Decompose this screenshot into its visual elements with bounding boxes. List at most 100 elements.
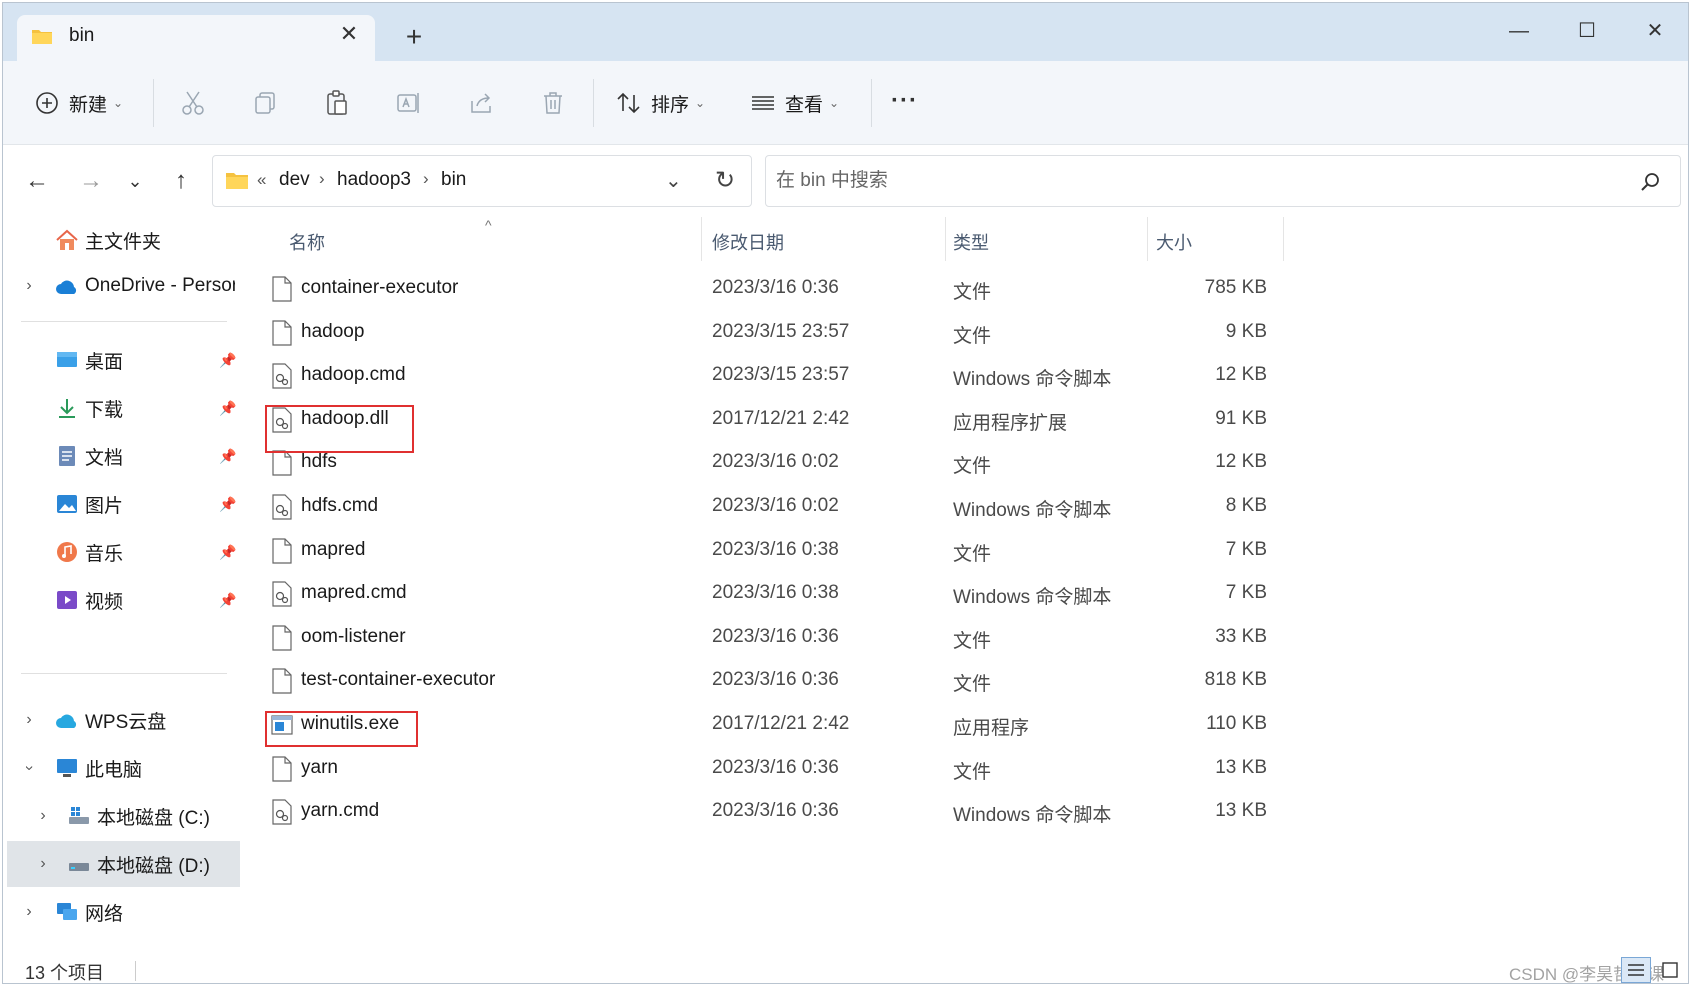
file-date: 2023/3/15 23:57: [712, 364, 850, 386]
rename-icon[interactable]: [395, 89, 423, 117]
tab-close-icon[interactable]: ✕: [337, 23, 361, 47]
paste-icon[interactable]: [323, 89, 351, 117]
search-icon[interactable]: [1638, 170, 1662, 194]
file-size: 91 KB: [1215, 407, 1267, 429]
file-row[interactable]: yarn.cmd 2023/3/16 0:36 Windows 命令脚本 13 KB: [265, 788, 1285, 835]
file-row[interactable]: hadoop 2023/3/15 23:57 文件 9 KB: [265, 309, 1285, 356]
sidebar-item-network[interactable]: › 网络: [7, 889, 240, 935]
pin-icon[interactable]: 📌: [219, 352, 236, 368]
recent-locations-chevron-icon[interactable]: ⌄: [117, 163, 153, 199]
pin-icon[interactable]: 📌: [219, 496, 236, 512]
file-icon: [272, 319, 292, 346]
pin-icon[interactable]: 📌: [219, 400, 236, 416]
refresh-icon[interactable]: ↻: [715, 166, 735, 195]
column-divider[interactable]: [1283, 217, 1284, 261]
tab-bin[interactable]: bin ✕: [17, 15, 375, 61]
file-size: 7 KB: [1225, 582, 1267, 604]
file-name[interactable]: hadoop: [301, 321, 364, 343]
breadcrumb-hadoop3[interactable]: hadoop3: [337, 169, 411, 191]
column-divider[interactable]: [1147, 217, 1148, 261]
sort-button[interactable]: 排序 ⌄: [615, 81, 705, 125]
file-row[interactable]: hdfs 2023/3/16 0:02 文件 12 KB: [265, 439, 1285, 486]
title-bar: bin ✕ + — ☐ ✕: [3, 3, 1688, 61]
file-row[interactable]: mapred 2023/3/16 0:38 文件 7 KB: [265, 527, 1285, 574]
file-row[interactable]: test-container-executor 2023/3/16 0:36 文件 8…: [265, 657, 1285, 704]
chevron-right-icon[interactable]: ›: [35, 807, 51, 825]
details-view-icon: [1628, 964, 1644, 976]
sidebar-item-onedrive[interactable]: › OneDrive - Persor: [7, 263, 240, 309]
chevron-down-icon[interactable]: ›: [20, 760, 38, 776]
forward-arrow-icon[interactable]: →: [73, 163, 109, 199]
pin-icon[interactable]: 📌: [219, 544, 236, 560]
chevron-right-icon[interactable]: ›: [21, 711, 37, 729]
close-button[interactable]: ✕: [1625, 11, 1685, 51]
column-header-name[interactable]: 名称: [289, 229, 325, 255]
file-row[interactable]: hdfs.cmd 2023/3/16 0:02 Windows 命令脚本 8 KB: [265, 483, 1285, 530]
download-icon: [59, 399, 75, 418]
maximize-button[interactable]: ☐: [1557, 11, 1617, 51]
view-button[interactable]: 查看 ⌄: [749, 81, 839, 125]
sidebar-item-videos[interactable]: 视频 📌: [7, 577, 240, 623]
column-divider[interactable]: [701, 217, 702, 261]
file-row[interactable]: oom-listener 2023/3/16 0:36 文件 33 KB: [265, 614, 1285, 661]
chevron-right-icon[interactable]: ›: [35, 855, 51, 873]
highlight-box: [265, 711, 418, 747]
minimize-button[interactable]: —: [1489, 11, 1549, 51]
file-name[interactable]: hdfs: [301, 451, 337, 473]
sidebar-item-drive-d[interactable]: › 本地磁盘 (D:): [7, 841, 240, 887]
sidebar-item-documents[interactable]: 文档 📌: [7, 433, 240, 479]
copy-icon[interactable]: [251, 89, 279, 117]
sidebar-item-downloads[interactable]: 下载 📌: [7, 385, 240, 431]
sidebar-item-music[interactable]: 音乐 📌: [7, 529, 240, 575]
file-row[interactable]: hadoop.dll 2017/12/21 2:42 应用程序扩展 91 KB: [265, 396, 1285, 443]
file-name[interactable]: container-executor: [301, 277, 458, 299]
up-arrow-icon[interactable]: ↑: [163, 163, 199, 199]
breadcrumb-bin[interactable]: bin: [441, 169, 466, 191]
pin-icon[interactable]: 📌: [219, 448, 236, 464]
drive-icon: [69, 863, 89, 871]
breadcrumb-overflow[interactable]: «: [257, 170, 266, 190]
file-name[interactable]: hdfs.cmd: [301, 495, 378, 517]
documents-icon: [59, 446, 75, 466]
share-icon[interactable]: [467, 89, 495, 117]
column-header-date[interactable]: 修改日期: [712, 229, 784, 255]
tiles-view-button[interactable]: [1655, 957, 1685, 983]
column-header-size[interactable]: 大小: [1156, 229, 1192, 255]
file-type: 应用程序: [953, 718, 1030, 739]
file-name[interactable]: yarn.cmd: [301, 800, 379, 822]
cut-icon[interactable]: [179, 89, 207, 117]
column-header-type[interactable]: 类型: [953, 229, 989, 255]
file-name[interactable]: yarn: [301, 757, 338, 779]
new-tab-button[interactable]: +: [399, 23, 429, 53]
details-view-button[interactable]: [1621, 957, 1651, 983]
file-row[interactable]: winutils.exe 2017/12/21 2:42 应用程序 110 KB: [265, 701, 1285, 748]
file-name[interactable]: oom-listener: [301, 626, 406, 648]
address-bar[interactable]: « dev › hadoop3 › bin ⌄ ↻: [212, 155, 752, 207]
file-row[interactable]: mapred.cmd 2023/3/16 0:38 Windows 命令脚本 7 KB: [265, 570, 1285, 617]
file-name[interactable]: mapred.cmd: [301, 582, 407, 604]
file-name[interactable]: mapred: [301, 539, 365, 561]
search-input[interactable]: [776, 166, 1596, 196]
new-button[interactable]: 新建 ⌄: [33, 81, 123, 125]
search-box[interactable]: [765, 155, 1681, 207]
more-options-button[interactable]: ···: [891, 87, 918, 115]
pin-icon[interactable]: 📌: [219, 592, 236, 608]
sidebar-item-this-pc[interactable]: › 此电脑: [7, 745, 240, 791]
delete-icon[interactable]: [539, 89, 567, 117]
file-row[interactable]: hadoop.cmd 2023/3/15 23:57 Windows 命令脚本 12 …: [265, 352, 1285, 399]
address-dropdown-chevron-icon[interactable]: ⌄: [665, 168, 682, 193]
sidebar-item-drive-c[interactable]: › 本地磁盘 (C:): [7, 793, 240, 839]
back-arrow-icon[interactable]: ←: [19, 163, 55, 199]
file-row[interactable]: yarn 2023/3/16 0:36 文件 13 KB: [265, 745, 1285, 792]
sidebar-item-desktop[interactable]: 桌面 📌: [7, 337, 240, 383]
chevron-right-icon[interactable]: ›: [21, 277, 37, 295]
breadcrumb-dev[interactable]: dev: [279, 169, 310, 191]
file-row[interactable]: container-executor 2023/3/16 0:36 文件 785 KB: [265, 265, 1285, 312]
file-name[interactable]: hadoop.cmd: [301, 364, 406, 386]
column-divider[interactable]: [945, 217, 946, 261]
sidebar-item-pictures[interactable]: 图片 📌: [7, 481, 240, 527]
sidebar-item-home[interactable]: 主文件夹: [7, 217, 240, 263]
sidebar-item-wps[interactable]: › WPS云盘: [7, 697, 240, 743]
chevron-right-icon[interactable]: ›: [21, 903, 37, 921]
file-name[interactable]: test-container-executor: [301, 669, 495, 691]
